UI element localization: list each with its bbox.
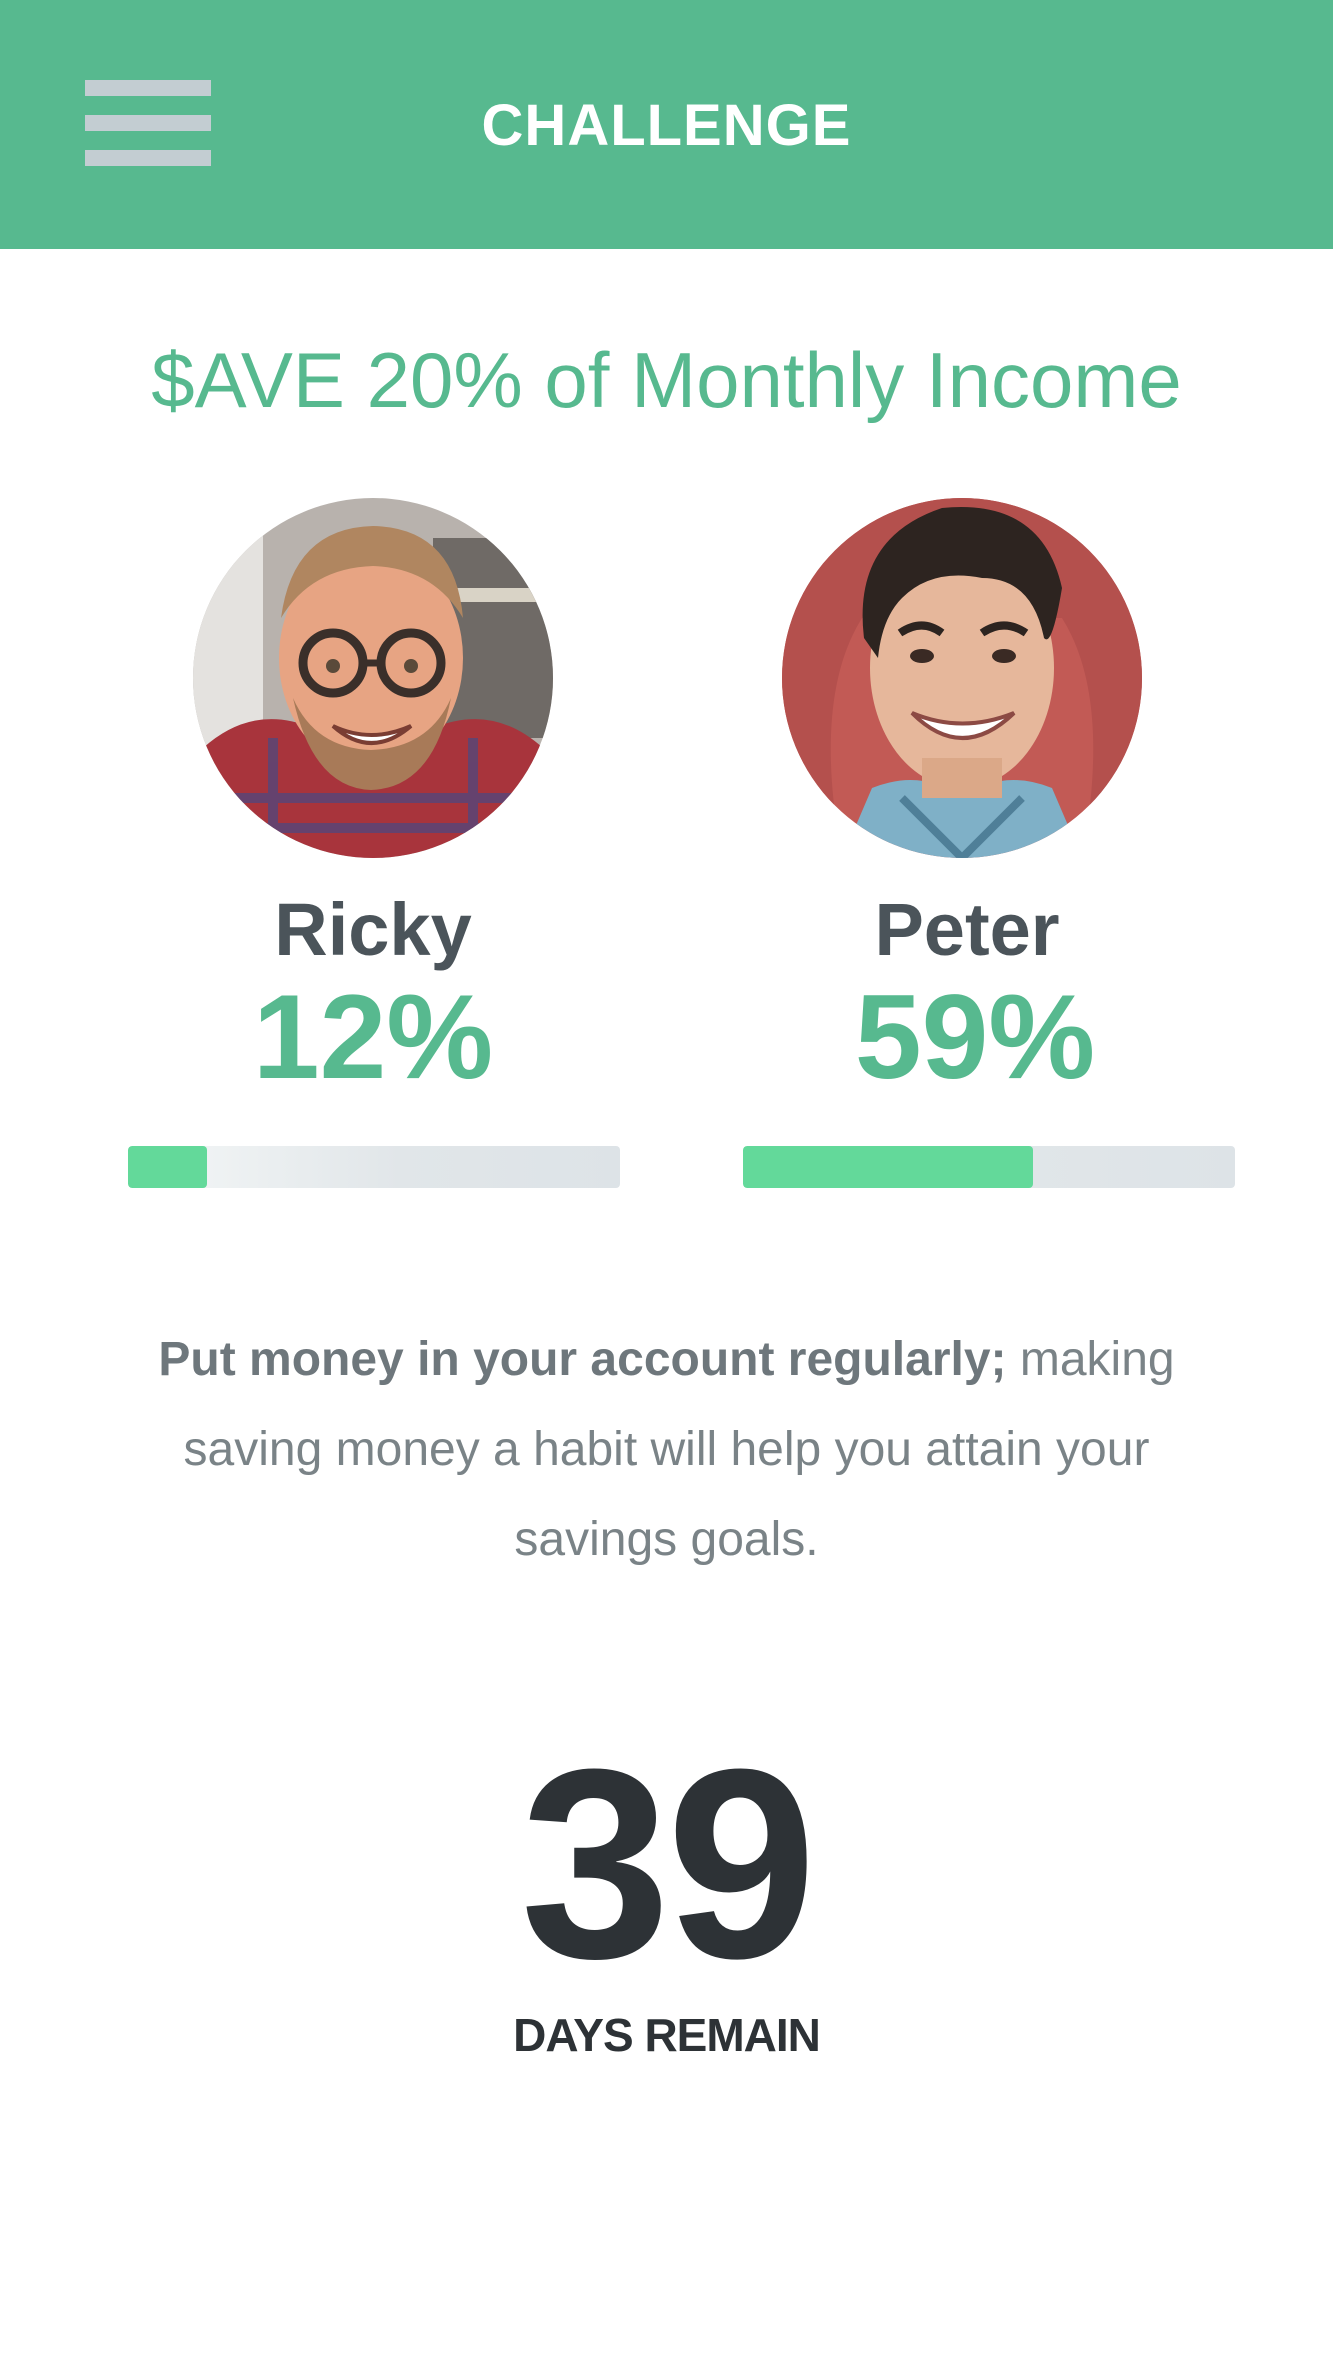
savings-tip: Put money in your account regularly; mak… <box>140 1315 1193 1585</box>
participant-name-peter: Peter <box>874 888 1060 971</box>
days-remaining-label: DAYS REMAIN <box>513 2009 821 2061</box>
progress-bar-peter <box>743 1146 1235 1188</box>
participant-percent-peter: 59% <box>854 970 1096 1104</box>
challenge-title: $AVE 20% of Monthly Income <box>151 336 1182 424</box>
progress-bar-ricky <box>128 1146 620 1188</box>
app-header: CHALLENGE <box>0 0 1333 249</box>
avatar-ricky[interactable] <box>193 498 553 858</box>
page-title: CHALLENGE <box>481 93 852 158</box>
participant-name-ricky: Ricky <box>274 888 472 971</box>
progress-fill-ricky <box>128 1146 207 1188</box>
savings-tip-bold: Put money in your account regularly; <box>158 1333 1007 1386</box>
avatar-peter[interactable] <box>782 498 1142 858</box>
participant-percent-ricky: 12% <box>252 970 494 1104</box>
days-remaining-count: 39 <box>520 1714 816 2015</box>
progress-fill-peter <box>743 1146 1034 1188</box>
